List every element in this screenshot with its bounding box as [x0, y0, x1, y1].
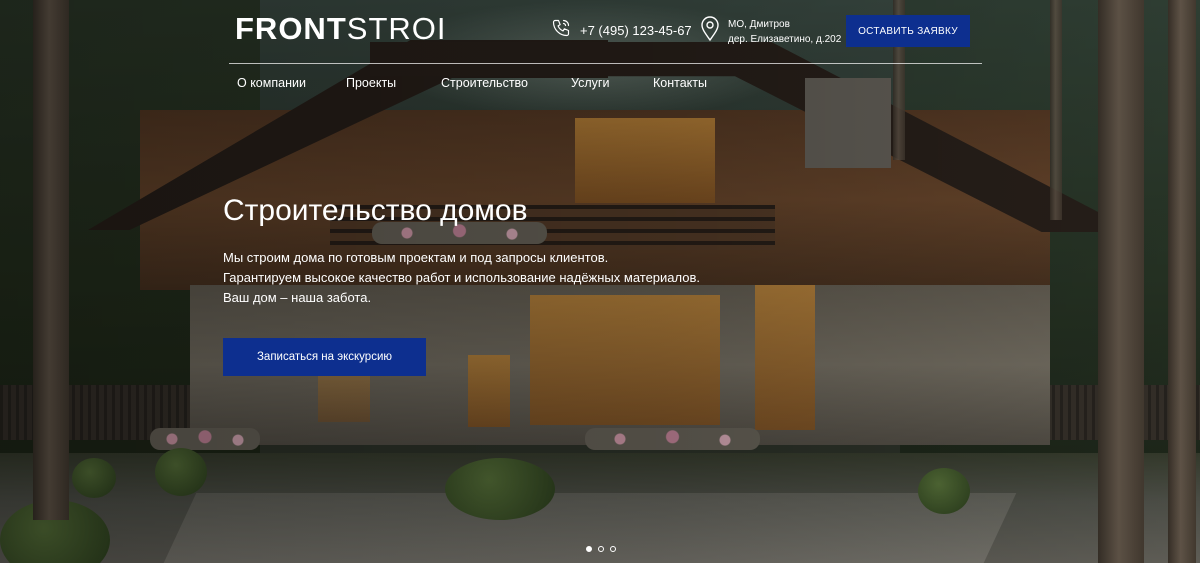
slider-dot[interactable]: [586, 546, 592, 552]
phone-icon: [551, 18, 571, 43]
hero-text-line: Гарантируем высокое качество работ и исп…: [223, 270, 701, 285]
leave-request-button[interactable]: Оставить заявку: [846, 15, 970, 47]
logo-bold-part: FRONT: [235, 11, 347, 46]
slider-dot[interactable]: [610, 546, 616, 552]
book-tour-button[interactable]: Записаться на экскурсию: [223, 338, 426, 376]
site-logo[interactable]: FRONTSTROI: [235, 11, 447, 46]
address-contact: МО, Дмитров дер. Елизаветино, д.202: [700, 16, 841, 47]
hero-text-line: Ваш дом – наша забота.: [223, 290, 372, 305]
address-line-2: дер. Елизаветино, д.202: [728, 33, 842, 45]
nav-item-projects[interactable]: Проекты: [346, 76, 396, 90]
nav-item-services[interactable]: Услуги: [571, 76, 609, 90]
hero-description: Мы строим дома по готовым проектам и под…: [223, 248, 700, 308]
address-text: МО, Дмитров дер. Елизаветино, д.202: [728, 17, 841, 47]
nav-item-contacts[interactable]: Контакты: [653, 76, 707, 90]
nav-item-construction[interactable]: Строительство: [441, 76, 528, 90]
map-pin-icon: [700, 16, 720, 47]
hero-title: Строительство домов: [223, 194, 528, 227]
header-divider: [229, 63, 982, 64]
nav-item-about[interactable]: О компании: [237, 76, 306, 90]
slider-dot[interactable]: [598, 546, 604, 552]
address-line-1: МО, Дмитров: [728, 18, 790, 30]
phone-number[interactable]: +7 (495) 123-45-67: [580, 23, 692, 38]
slider-pagination: [586, 546, 616, 552]
phone-contact[interactable]: +7 (495) 123-45-67: [551, 18, 692, 43]
hero-text-line: Мы строим дома по готовым проектам и под…: [223, 250, 609, 265]
logo-light-part: STROI: [346, 11, 447, 46]
